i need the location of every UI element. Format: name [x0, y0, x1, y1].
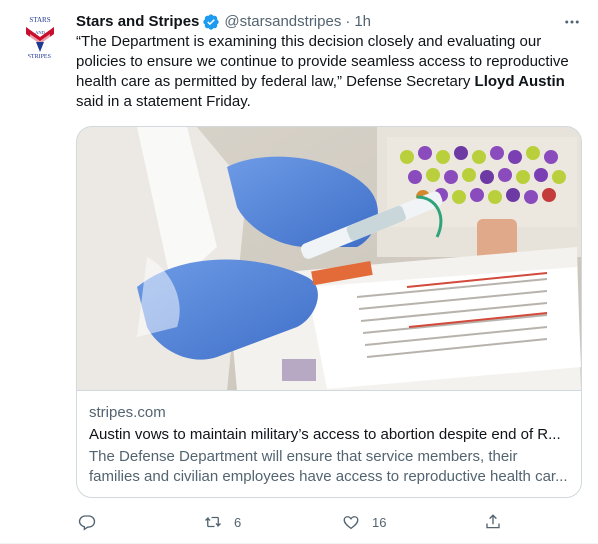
retweet-icon: [205, 516, 221, 528]
tweet[interactable]: STARS AND STRIPES. Stars and Stripes @st…: [0, 0, 598, 544]
tweet-header: Stars and Stripes @starsandstripes · 1h: [76, 12, 582, 32]
link-card[interactable]: stripes.com Austin vows to maintain mili…: [76, 126, 582, 498]
like-count: 16: [372, 514, 387, 530]
svg-text:STARS: STARS: [29, 16, 50, 24]
card-domain: stripes.com: [89, 404, 166, 421]
svg-text:AND: AND: [35, 30, 45, 35]
heart-icon: [343, 516, 359, 530]
card-title[interactable]: Austin vows to maintain military’s acces…: [89, 425, 569, 445]
reply-button[interactable]: [78, 512, 108, 532]
tweet-actions: 6 16: [76, 512, 506, 532]
mention-lloyd-austin: Lloyd Austin: [474, 73, 565, 90]
author-handle[interactable]: @starsandstripes: [224, 12, 341, 32]
tweet-text-part2: said in a statement Friday.: [76, 93, 251, 110]
retweet-count: 6: [234, 514, 242, 530]
avatar[interactable]: STARS AND STRIPES.: [16, 12, 64, 60]
card-description: The Defense Department will ensure that …: [89, 448, 568, 485]
share-button[interactable]: [484, 512, 502, 532]
separator-dot: ·: [345, 13, 351, 30]
share-icon: [486, 514, 500, 529]
tweet-timestamp[interactable]: 1h: [354, 12, 371, 32]
card-body: stripes.com Austin vows to maintain mili…: [89, 403, 569, 487]
blood-draw-photo: [77, 127, 581, 391]
more-icon[interactable]: [562, 12, 582, 32]
reply-icon: [78, 515, 96, 531]
tweet-text: “The Department is examining this decisi…: [76, 32, 582, 112]
retweet-button[interactable]: 6: [204, 512, 241, 532]
verified-badge-icon: [202, 13, 220, 31]
author-display-name[interactable]: Stars and Stripes: [76, 12, 199, 32]
like-button[interactable]: 16: [342, 512, 386, 532]
stars-and-stripes-logo-icon: STARS AND STRIPES.: [16, 12, 64, 60]
svg-text:STRIPES.: STRIPES.: [28, 54, 53, 60]
